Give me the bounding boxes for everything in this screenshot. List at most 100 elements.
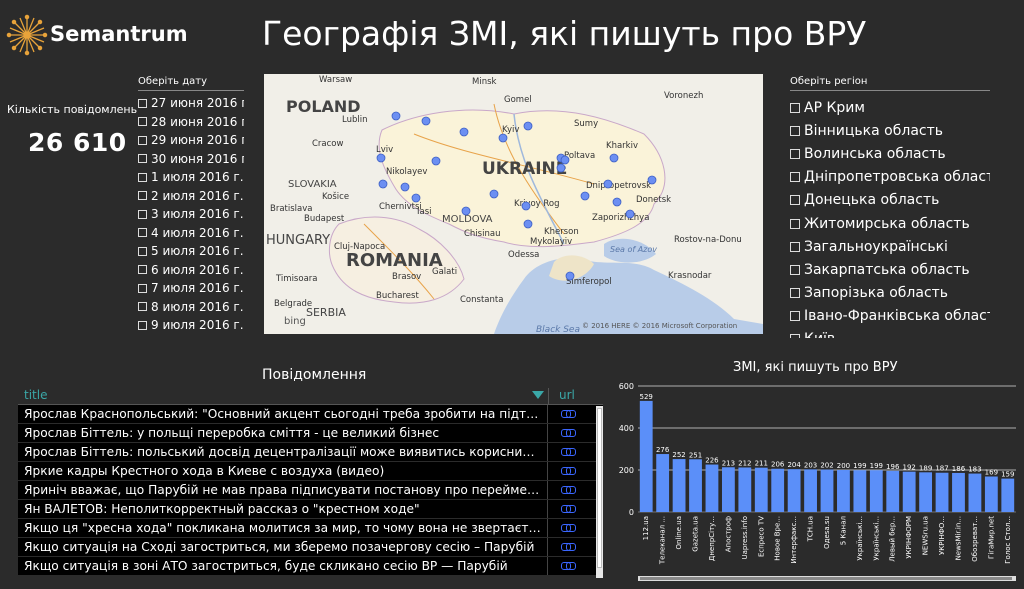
bar[interactable] (935, 472, 949, 512)
table-row[interactable]: Якщо ситуація на Сході загостриться, ми … (18, 538, 603, 557)
table-row[interactable]: Якщо ця "хресна хода" покликана молитися… (18, 519, 603, 538)
table-scrollbar[interactable] (596, 406, 603, 578)
bar[interactable] (820, 469, 834, 512)
region-option[interactable]: Запорізька область (790, 282, 990, 305)
bar[interactable] (672, 459, 686, 512)
map-marker[interactable] (431, 156, 441, 166)
link-icon[interactable] (561, 467, 576, 475)
message-url-cell[interactable] (548, 462, 588, 480)
map-marker[interactable] (603, 179, 613, 189)
map-marker[interactable] (625, 209, 635, 219)
map-marker[interactable] (378, 179, 388, 189)
region-option[interactable]: Закарпатська область (790, 258, 990, 281)
bar[interactable] (1001, 478, 1015, 512)
region-option[interactable]: АР Крим (790, 96, 990, 119)
bar[interactable] (705, 464, 719, 512)
checkbox-icon[interactable] (790, 125, 800, 136)
region-option[interactable]: Житомирська область (790, 212, 990, 235)
bar[interactable] (984, 476, 998, 512)
message-url-cell[interactable] (548, 424, 588, 442)
bar[interactable] (837, 470, 850, 512)
message-url-cell[interactable] (548, 443, 588, 461)
message-url-cell[interactable] (548, 405, 588, 423)
map-marker[interactable] (580, 191, 590, 201)
checkbox-icon[interactable] (138, 154, 147, 164)
link-icon[interactable] (561, 448, 576, 456)
bar[interactable] (738, 467, 752, 512)
table-row[interactable]: Ярослав Біттель: польський досвід децент… (18, 443, 603, 462)
checkbox-icon[interactable] (790, 241, 800, 252)
bar[interactable] (771, 468, 785, 512)
link-icon[interactable] (561, 524, 576, 532)
date-option[interactable]: 28 июня 2016 г. (138, 113, 244, 132)
link-icon[interactable] (561, 486, 576, 494)
date-option[interactable]: 30 июня 2016 г. (138, 150, 244, 169)
region-option[interactable]: Загальноукраїнські (790, 235, 990, 258)
bar[interactable] (952, 472, 965, 512)
bar[interactable] (656, 454, 670, 512)
checkbox-icon[interactable] (790, 264, 800, 275)
link-icon[interactable] (561, 543, 576, 551)
map-marker[interactable] (560, 155, 570, 165)
map-marker[interactable] (376, 153, 386, 163)
checkbox-icon[interactable] (138, 320, 147, 330)
bar[interactable] (869, 470, 883, 512)
checkbox-icon[interactable] (138, 117, 147, 127)
message-url-cell[interactable] (548, 481, 588, 499)
region-option[interactable]: Дніпропетровська область (790, 166, 990, 189)
column-header-title[interactable]: title (18, 388, 548, 404)
region-option[interactable]: Волинська область (790, 142, 990, 165)
map-marker[interactable] (521, 201, 531, 211)
date-option[interactable]: 29 июня 2016 г. (138, 131, 244, 150)
bar[interactable] (639, 400, 653, 512)
date-option[interactable]: 3 июля 2016 г. (138, 205, 244, 224)
checkbox-icon[interactable] (138, 191, 147, 201)
chart-scrollbar-thumb[interactable] (640, 577, 1012, 580)
date-option[interactable]: 8 июля 2016 г. (138, 298, 244, 317)
date-option[interactable]: 5 июля 2016 г. (138, 242, 244, 261)
checkbox-icon[interactable] (138, 302, 147, 312)
bar[interactable] (886, 470, 900, 512)
checkbox-icon[interactable] (138, 283, 147, 293)
link-icon[interactable] (561, 562, 576, 570)
map-marker[interactable] (400, 182, 410, 192)
media-map[interactable]: POLAND UKRAINE ROMANIA HUNGARY SLOVAKIA … (264, 74, 763, 334)
map-marker[interactable] (391, 111, 401, 121)
map-marker[interactable] (609, 153, 619, 163)
checkbox-icon[interactable] (138, 98, 147, 108)
table-row[interactable]: Якщо ситуація в зоні АТО загостриться, б… (18, 557, 603, 576)
table-row[interactable]: Ярослав Краснопольський: "Основний акцен… (18, 405, 603, 424)
map-marker[interactable] (523, 121, 533, 131)
region-option[interactable]: Донецька область (790, 189, 990, 212)
checkbox-icon[interactable] (790, 102, 800, 113)
date-option[interactable]: 1 июля 2016 г. (138, 168, 244, 187)
message-url-cell[interactable] (548, 500, 588, 518)
bar[interactable] (721, 467, 735, 512)
link-icon[interactable] (561, 505, 576, 513)
bar[interactable] (968, 473, 982, 512)
bar[interactable] (919, 472, 933, 512)
table-row[interactable]: Ян ВАЛЕТОВ: Неполиткорректный рассказ о … (18, 500, 603, 519)
table-row[interactable]: Яркие кадры Крестного хода в Киеве с воз… (18, 462, 603, 481)
region-option[interactable]: Вінницька область (790, 119, 990, 142)
map-marker[interactable] (565, 271, 575, 281)
sort-descending-icon[interactable] (532, 391, 544, 399)
bar[interactable] (902, 471, 916, 512)
checkbox-icon[interactable] (790, 172, 800, 183)
bar[interactable] (787, 469, 801, 512)
checkbox-icon[interactable] (790, 334, 800, 338)
region-option[interactable]: Київ (790, 328, 990, 338)
checkbox-icon[interactable] (790, 148, 800, 159)
map-marker[interactable] (421, 116, 431, 126)
map-marker[interactable] (461, 206, 471, 216)
checkbox-icon[interactable] (138, 246, 147, 256)
date-option[interactable]: 9 июля 2016 г. (138, 316, 244, 335)
map-marker[interactable] (523, 219, 533, 229)
checkbox-icon[interactable] (138, 265, 147, 275)
column-header-url[interactable]: url (548, 388, 588, 404)
message-url-cell[interactable] (548, 519, 588, 537)
map-marker[interactable] (498, 133, 508, 143)
checkbox-icon[interactable] (790, 218, 800, 229)
map-marker[interactable] (459, 127, 469, 137)
date-option[interactable]: 4 июля 2016 г. (138, 224, 244, 243)
